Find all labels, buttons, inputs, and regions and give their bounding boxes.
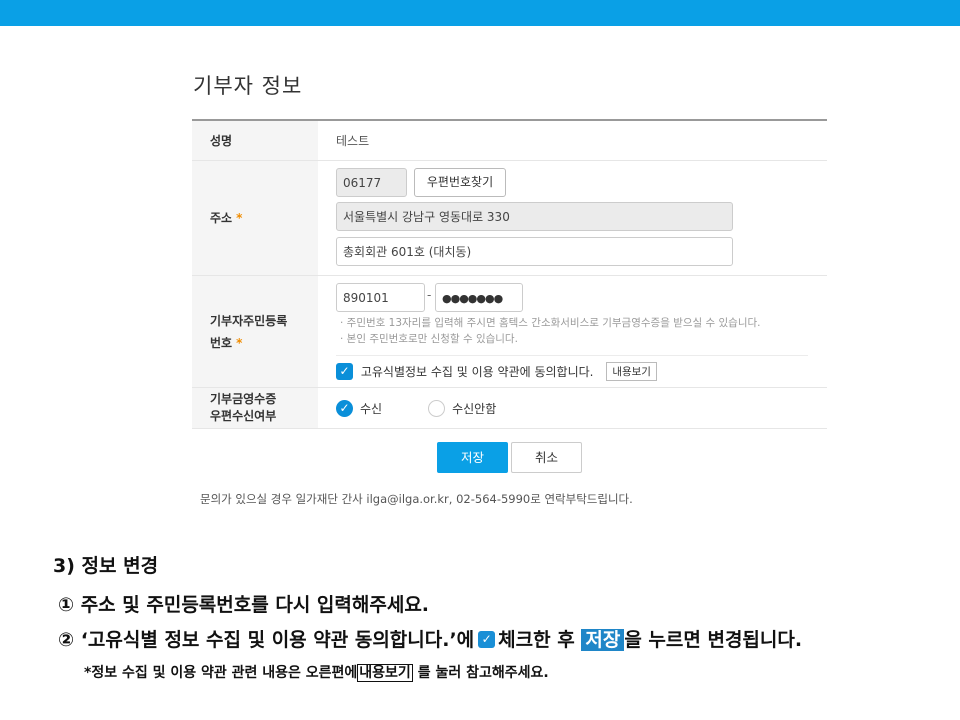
required-mark: * (236, 335, 243, 350)
rrn-dash: - (427, 288, 432, 302)
top-bar (0, 0, 960, 26)
rrn-front-input[interactable]: 890101 (336, 283, 425, 312)
rrn-back-input[interactable]: ●●●●●●● (435, 283, 523, 312)
receipt-mail-label-line2: 우편수신여부 (210, 409, 277, 423)
section-title: 기부자 정보 (193, 74, 303, 98)
address-row: 주소 * 06177 우편번호찾기 서울특별시 강남구 영동대로 330 총회회관… (192, 161, 827, 276)
instruction-step-1: ① 주소 및 주민등록번호를 다시 입력해주세요. (58, 594, 430, 616)
rrn-label-line2: 번호 (210, 335, 233, 350)
instruction-heading: 3) 정보 변경 (53, 555, 159, 577)
consent-checkbox[interactable]: ✓ (336, 363, 353, 380)
save-highlight: 저장 (581, 629, 625, 651)
divider (336, 355, 808, 356)
consent-text: 고유식별정보 수집 및 이용 약관에 동의합니다. (360, 365, 594, 379)
step2-text-a: ② ‘고유식별 정보 수집 및 이용 약관 동의합니다.’에 (58, 629, 475, 651)
cancel-button[interactable]: 취소 (511, 442, 582, 473)
name-label: 성명 (210, 133, 233, 148)
radio-no-receive-label: 수신안함 (452, 401, 497, 416)
checkbox-icon: ✓ (478, 630, 496, 648)
address1-input[interactable]: 서울특별시 강남구 영동대로 330 (336, 202, 733, 231)
instruction-note: *정보 수집 및 이용 약관 관련 내용은 오른편에 내용보기 를 눌러 참고해주… (84, 662, 549, 682)
save-button[interactable]: 저장 (437, 442, 508, 473)
note-text-a: *정보 수집 및 이용 약관 관련 내용은 오른편에 (84, 665, 358, 681)
view-terms-button[interactable]: 내용보기 (606, 362, 657, 381)
name-value: 테스트 (336, 134, 370, 148)
find-postcode-button[interactable]: 우편번호찾기 (414, 168, 506, 197)
donor-info-form: 성명 테스트 주소 * 06177 우편번호찾기 서울특별시 강남구 영동대로 3… (192, 119, 827, 429)
receipt-mail-value-cell: ✓ 수신 수신안함 (318, 388, 827, 428)
instruction-step-2: ② ‘고유식별 정보 수집 및 이용 약관 동의합니다.’에 ✓ 체크한 후 저장 을… (58, 625, 802, 652)
rrn-value-cell: 890101 - ●●●●●●● · 주민번호 13자리를 입력해 주시면 홈텍… (318, 276, 827, 387)
receipt-mail-row: 기부금영수증 우편수신여부 ✓ 수신 수신안함 (192, 388, 827, 429)
receipt-mail-label-line1: 기부금영수증 (210, 392, 277, 406)
address-value-cell: 06177 우편번호찾기 서울특별시 강남구 영동대로 330 총회회관 601… (318, 161, 827, 275)
radio-no-receive[interactable] (428, 399, 446, 417)
postcode-input[interactable]: 06177 (336, 168, 407, 197)
consent-line: ✓ 고유식별정보 수집 및 이용 약관에 동의합니다. 내용보기 (336, 362, 657, 381)
address-label: 주소 (210, 211, 233, 225)
note-text-b: 를 눌러 참고해주세요. (417, 665, 549, 681)
contact-text: 문의가 있으실 경우 일가재단 간사 ilga@ilga.or.kr, 02-5… (200, 492, 633, 506)
rrn-row: 기부자주민등록 번호 * 890101 - ●●●●●●● · 주민번호 13자리… (192, 276, 827, 388)
required-mark: * (236, 211, 243, 225)
radio-receive-label: 수신 (360, 401, 383, 416)
address2-input[interactable]: 총회회관 601호 (대치동) (336, 237, 733, 266)
name-value-cell: 테스트 (318, 121, 827, 160)
rrn-label-cell: 기부자주민등록 번호 * (192, 276, 318, 387)
name-row: 성명 테스트 (192, 121, 827, 161)
address-label-cell: 주소 * (192, 161, 318, 275)
step2-text-c: 을 누르면 변경됩니다. (624, 629, 803, 651)
receipt-mail-label-cell: 기부금영수증 우편수신여부 (192, 388, 318, 428)
view-terms-boxed: 내용보기 (357, 664, 413, 682)
rrn-label-line1: 기부자주민등록 (210, 313, 288, 328)
rrn-note-2: · 본인 주민번호로만 신청할 수 있습니다. (340, 333, 518, 345)
rrn-note-1: · 주민번호 13자리를 입력해 주시면 홈텍스 간소화서비스로 기부금영수증을… (340, 317, 761, 329)
name-label-cell: 성명 (192, 121, 318, 160)
step2-text-b: 체크한 후 (498, 629, 575, 651)
radio-receive[interactable]: ✓ (336, 399, 353, 417)
